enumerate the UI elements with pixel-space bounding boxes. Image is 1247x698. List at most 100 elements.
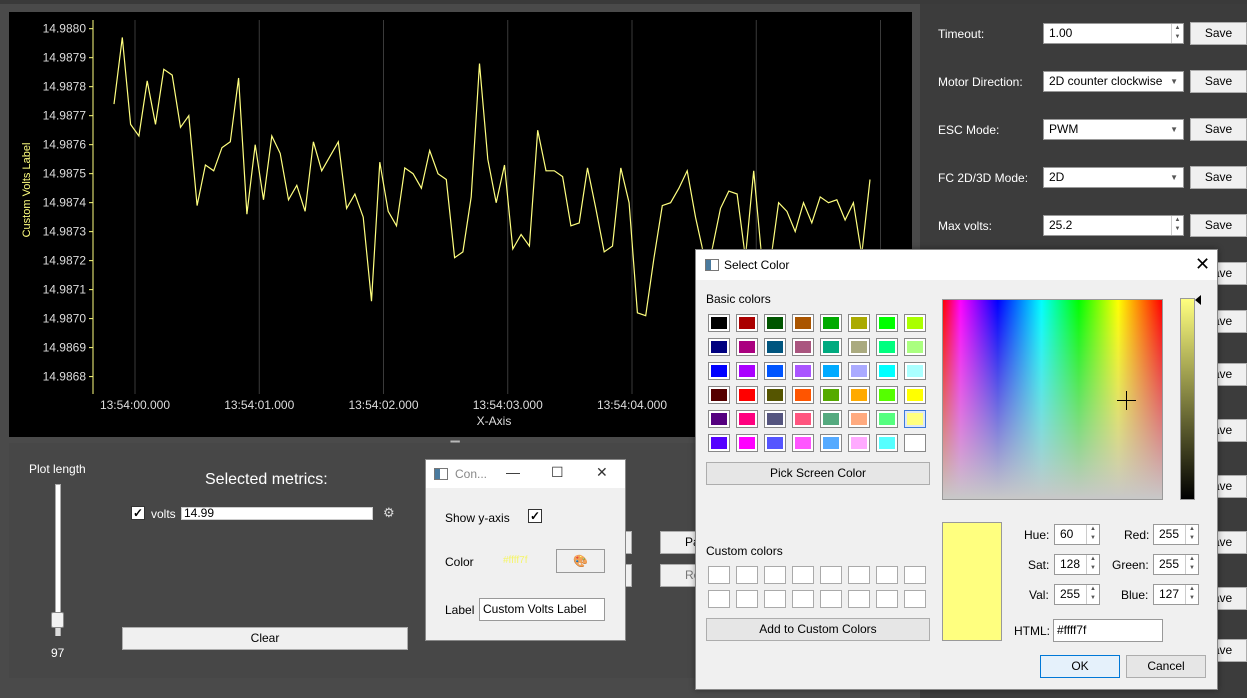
save-max-volts-button[interactable]: Save: [1190, 214, 1247, 237]
custom-color-swatch[interactable]: [820, 566, 842, 584]
spin-arrows-icon[interactable]: ▲ ▼: [1086, 585, 1099, 604]
config-dialog-titlebar[interactable]: Con... — ☐ ✕: [426, 460, 625, 488]
basic-color-swatch[interactable]: [820, 338, 842, 356]
basic-color-swatch[interactable]: [848, 386, 870, 404]
spin-arrows-icon[interactable]: ▲ ▼: [1185, 525, 1198, 544]
custom-color-swatch[interactable]: [820, 590, 842, 608]
spin-arrows-icon[interactable]: ▲ ▼: [1171, 216, 1183, 235]
metric-volts-checkbox[interactable]: ✓: [131, 506, 145, 520]
spin-arrows-icon[interactable]: ▲ ▼: [1086, 555, 1099, 574]
custom-color-swatch[interactable]: [876, 566, 898, 584]
custom-color-swatch[interactable]: [736, 590, 758, 608]
basic-color-swatch[interactable]: [904, 338, 926, 356]
label-input[interactable]: Custom Volts Label: [479, 598, 605, 621]
basic-color-swatch[interactable]: [764, 314, 786, 332]
select-color-titlebar[interactable]: Select Color ✕: [696, 250, 1217, 280]
basic-color-swatch[interactable]: [792, 410, 814, 428]
basic-color-swatch[interactable]: [764, 386, 786, 404]
html-color-input[interactable]: #ffff7f: [1053, 619, 1163, 642]
add-to-custom-colors-button[interactable]: Add to Custom Colors: [706, 618, 930, 641]
fc-mode-combo[interactable]: 2D ▼: [1043, 167, 1184, 188]
value-slider[interactable]: [1180, 298, 1195, 500]
custom-color-swatch[interactable]: [848, 590, 870, 608]
custom-color-swatch[interactable]: [792, 566, 814, 584]
hue-spinbox[interactable]: 60 ▲ ▼: [1054, 524, 1100, 545]
blue-spinbox[interactable]: 127 ▲ ▼: [1153, 584, 1199, 605]
basic-color-swatch[interactable]: [820, 386, 842, 404]
partial-button-2[interactable]: Re: [660, 564, 700, 587]
color-picker-button[interactable]: 🎨: [556, 549, 605, 573]
basic-color-swatch[interactable]: [904, 386, 926, 404]
basic-color-swatch[interactable]: [792, 314, 814, 332]
esc-mode-combo[interactable]: PWM ▼: [1043, 119, 1184, 140]
custom-color-swatch[interactable]: [764, 590, 786, 608]
basic-color-swatch[interactable]: [708, 338, 730, 356]
basic-color-swatch[interactable]: [764, 410, 786, 428]
partial-button-1[interactable]: Pa: [660, 531, 700, 554]
custom-color-swatch[interactable]: [848, 566, 870, 584]
basic-color-swatch[interactable]: [876, 338, 898, 356]
custom-color-swatch[interactable]: [904, 566, 926, 584]
basic-color-swatch[interactable]: [764, 434, 786, 452]
close-icon[interactable]: ✕: [596, 464, 608, 481]
basic-color-swatch[interactable]: [904, 362, 926, 380]
max-volts-spinbox[interactable]: 25.2 ▲ ▼: [1043, 215, 1184, 236]
spin-arrows-icon[interactable]: ▲ ▼: [1086, 525, 1099, 544]
custom-color-swatch[interactable]: [876, 590, 898, 608]
basic-color-swatch[interactable]: [876, 314, 898, 332]
basic-color-swatch[interactable]: [708, 362, 730, 380]
basic-color-swatch[interactable]: [792, 386, 814, 404]
basic-color-swatch[interactable]: [848, 338, 870, 356]
basic-color-swatch[interactable]: [736, 386, 758, 404]
maximize-icon[interactable]: ☐: [551, 464, 564, 481]
basic-color-swatch[interactable]: [876, 386, 898, 404]
save-fc-mode-button[interactable]: Save: [1190, 166, 1247, 189]
basic-color-swatch[interactable]: [792, 434, 814, 452]
clear-button[interactable]: Clear: [122, 627, 408, 650]
green-spinbox[interactable]: 255 ▲ ▼: [1153, 554, 1199, 575]
spin-arrows-icon[interactable]: ▲ ▼: [1185, 585, 1198, 604]
basic-color-swatch[interactable]: [820, 314, 842, 332]
basic-color-swatch[interactable]: [764, 362, 786, 380]
custom-color-swatch[interactable]: [904, 590, 926, 608]
basic-color-swatch[interactable]: [848, 314, 870, 332]
basic-color-swatch[interactable]: [820, 434, 842, 452]
custom-color-swatch[interactable]: [792, 590, 814, 608]
value-slider-arrow-icon[interactable]: [1195, 295, 1201, 305]
basic-color-swatch[interactable]: [708, 434, 730, 452]
basic-color-swatch[interactable]: [792, 362, 814, 380]
basic-color-swatch[interactable]: [736, 362, 758, 380]
custom-color-swatch[interactable]: [708, 566, 730, 584]
basic-color-swatch[interactable]: [904, 434, 926, 452]
basic-color-swatch[interactable]: [848, 434, 870, 452]
val-spinbox[interactable]: 255 ▲ ▼: [1054, 584, 1100, 605]
basic-color-swatch[interactable]: [708, 386, 730, 404]
gear-icon[interactable]: ⚙: [383, 505, 395, 521]
custom-color-swatch[interactable]: [708, 590, 730, 608]
motor-direction-combo[interactable]: 2D counter clockwise ▼: [1043, 71, 1184, 92]
save-timeout-button[interactable]: Save: [1190, 22, 1247, 45]
custom-color-swatch[interactable]: [764, 566, 786, 584]
pick-screen-color-button[interactable]: Pick Screen Color: [706, 462, 930, 485]
crosshair-icon[interactable]: [1117, 391, 1136, 410]
save-esc-mode-button[interactable]: Save: [1190, 118, 1247, 141]
close-icon[interactable]: ✕: [1195, 254, 1210, 275]
ok-button[interactable]: OK: [1040, 655, 1120, 678]
basic-color-swatch[interactable]: [876, 362, 898, 380]
minimize-icon[interactable]: —: [506, 464, 520, 480]
basic-color-swatch[interactable]: [764, 338, 786, 356]
sat-spinbox[interactable]: 128 ▲ ▼: [1054, 554, 1100, 575]
basic-color-swatch[interactable]: [736, 338, 758, 356]
plot-length-slider-handle[interactable]: [51, 612, 64, 628]
basic-color-swatch[interactable]: [820, 410, 842, 428]
show-y-axis-checkbox[interactable]: ✓: [528, 509, 542, 523]
timeout-spinbox[interactable]: 1.00 ▲ ▼: [1043, 23, 1184, 44]
basic-color-swatch[interactable]: [736, 410, 758, 428]
custom-color-swatch[interactable]: [736, 566, 758, 584]
basic-color-swatch[interactable]: [904, 410, 926, 428]
basic-color-swatch[interactable]: [876, 410, 898, 428]
spin-arrows-icon[interactable]: ▲ ▼: [1185, 555, 1198, 574]
basic-color-swatch[interactable]: [792, 338, 814, 356]
basic-color-swatch[interactable]: [848, 362, 870, 380]
basic-color-swatch[interactable]: [708, 410, 730, 428]
